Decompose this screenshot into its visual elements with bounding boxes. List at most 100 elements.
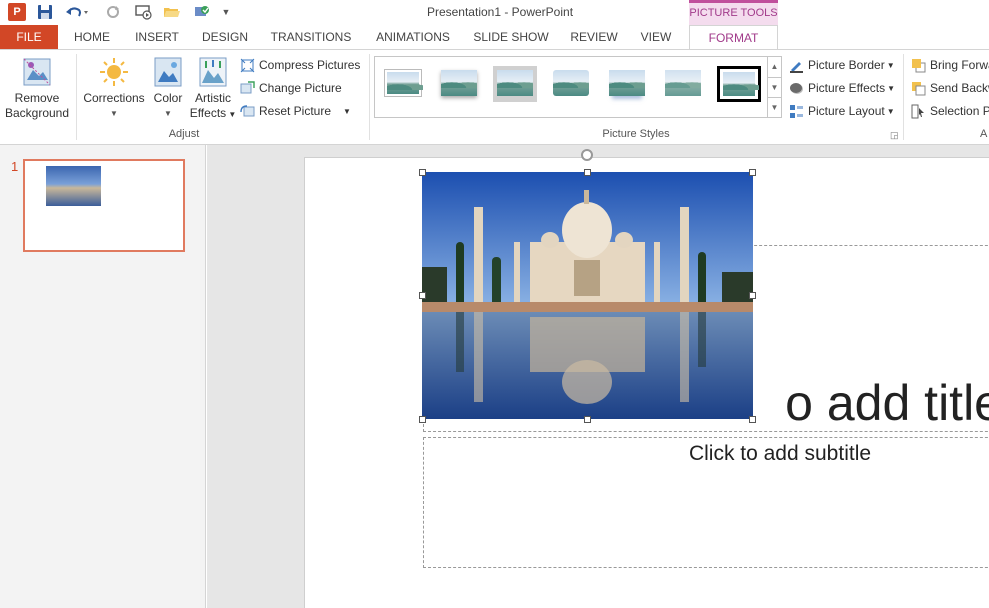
picture-layout-icon: [790, 104, 803, 118]
gallery-scroll-down[interactable]: ▼: [767, 77, 781, 97]
send-backward-button[interactable]: Send Backw: [911, 79, 989, 97]
reset-picture-icon: [240, 104, 255, 116]
tab-transitions[interactable]: TRANSITIONS: [263, 25, 359, 50]
save-button[interactable]: [36, 3, 54, 21]
slide-thumbnail[interactable]: [23, 159, 185, 252]
change-picture-button[interactable]: Change Picture: [240, 79, 342, 97]
resize-handle-e[interactable]: [749, 292, 756, 299]
remove-background-icon: [23, 58, 51, 86]
picture-styles-gallery: ▲ ▼ ▼: [374, 56, 782, 118]
artistic-label-line1: Artistic: [195, 91, 231, 105]
picture-style-drop-shadow[interactable]: [549, 66, 593, 102]
open-icon: [164, 8, 180, 17]
resize-handle-se[interactable]: [749, 416, 756, 423]
tab-view[interactable]: VIEW: [632, 25, 680, 50]
chevron-down-icon: ▼: [164, 109, 172, 118]
compress-label: Compress Pictures: [259, 58, 361, 72]
picture-style-thick-matte[interactable]: [493, 66, 537, 102]
subtitle-placeholder-text: Click to add subtitle: [688, 442, 872, 465]
resize-handle-w[interactable]: [419, 292, 426, 299]
title-bar: P ▼ Presentation1 - PowerPoint PICTURE T…: [0, 0, 989, 25]
compress-pictures-button[interactable]: Compress Pictures: [240, 56, 360, 74]
corrections-label: Corrections: [83, 91, 145, 105]
ribbon-tabs: FILE HOME INSERT DESIGN TRANSITIONS ANIM…: [0, 25, 989, 50]
reset-picture-button[interactable]: Reset Picture ▼: [240, 102, 351, 120]
color-label: Color: [153, 91, 183, 105]
send-backward-icon: [912, 81, 926, 95]
gallery-more[interactable]: ▼: [767, 97, 781, 117]
touch-mode-button[interactable]: [192, 3, 212, 21]
dialog-launcher-icon[interactable]: ◲: [890, 130, 899, 141]
title-placeholder-text: o add title: [785, 375, 989, 431]
customize-qat-button[interactable]: ▼: [220, 3, 232, 21]
tab-slide-show[interactable]: SLIDE SHOW: [468, 25, 554, 50]
chevron-down-icon: ▼: [887, 83, 896, 93]
tab-animations[interactable]: ANIMATIONS: [367, 25, 459, 50]
ribbon: Remove Background Corrections ▼ Color ▼ …: [0, 49, 989, 145]
chevron-down-icon: ▼: [343, 106, 351, 116]
window-title: Presentation1 - PowerPoint: [426, 5, 574, 19]
picture-border-button[interactable]: Picture Border ▼: [789, 56, 895, 74]
color-button[interactable]: Color ▼: [149, 56, 187, 121]
reset-picture-label: Reset Picture: [259, 104, 332, 118]
resize-handle-sw[interactable]: [419, 416, 426, 423]
selection-pane-label: Selection P: [930, 104, 989, 118]
remove-background-button[interactable]: Remove Background: [4, 56, 70, 121]
picture-effects-icon: [790, 82, 803, 94]
bring-forward-icon: [912, 58, 926, 72]
rotate-handle[interactable]: [581, 149, 593, 161]
bring-forward-label: Bring Forwa: [930, 58, 989, 72]
artistic-effects-button[interactable]: Artistic Effects ▼: [189, 56, 237, 122]
tab-format[interactable]: FORMAT: [689, 25, 778, 50]
compress-icon: [240, 58, 255, 72]
tab-file[interactable]: FILE: [0, 25, 58, 50]
gallery-scroll-up[interactable]: ▲: [767, 57, 781, 77]
tab-review[interactable]: REVIEW: [563, 25, 625, 50]
inserted-picture[interactable]: [422, 172, 753, 419]
start-from-beginning-button[interactable]: [134, 3, 154, 21]
subtitle-placeholder[interactable]: Click to add subtitle: [423, 437, 989, 568]
corrections-button[interactable]: Corrections ▼: [80, 56, 148, 121]
tab-insert[interactable]: INSERT: [128, 25, 186, 50]
resize-handle-s[interactable]: [584, 416, 591, 423]
selection-pane-button[interactable]: Selection P: [911, 102, 989, 120]
artistic-effects-icon: [199, 57, 227, 87]
color-icon: [154, 57, 182, 87]
picture-layout-button[interactable]: Picture Layout ▼: [789, 102, 895, 120]
chevron-down-icon: ▼: [770, 83, 779, 92]
open-button[interactable]: [162, 3, 182, 21]
change-picture-icon: [240, 80, 255, 93]
resize-handle-nw[interactable]: [419, 169, 426, 176]
bring-forward-button[interactable]: Bring Forwa: [911, 56, 989, 74]
sun-icon: [100, 58, 128, 86]
picture-layout-label: Picture Layout: [808, 104, 885, 118]
chevron-down-icon: ▼: [886, 106, 895, 116]
send-backward-label: Send Backw: [930, 81, 989, 95]
picture-style-reflected[interactable]: [605, 66, 649, 102]
remove-label-line2: Background: [4, 106, 70, 120]
undo-icon: [66, 7, 88, 17]
resize-handle-ne[interactable]: [749, 169, 756, 176]
picture-style-metal-frame[interactable]: [717, 66, 761, 102]
picture-border-label: Picture Border: [808, 58, 885, 72]
picture-effects-button[interactable]: Picture Effects ▼: [789, 79, 895, 97]
start-from-beginning-icon: [135, 5, 152, 20]
remove-label-line1: Remove: [14, 91, 60, 105]
picture-style-soft-edge[interactable]: [437, 66, 481, 102]
customize-qat-icon: ▼: [221, 7, 231, 17]
picture-border-icon: [790, 61, 803, 73]
picture-style-soft-oval[interactable]: [661, 66, 705, 102]
resize-handle-n[interactable]: [584, 169, 591, 176]
chevron-down-icon: ▼: [110, 109, 118, 118]
picture-styles-group-label: Picture Styles: [602, 128, 670, 140]
ribbon-separator: [903, 54, 904, 140]
tab-home[interactable]: HOME: [62, 25, 122, 50]
powerpoint-logo-icon[interactable]: P: [8, 3, 26, 21]
tab-design[interactable]: DESIGN: [195, 25, 255, 50]
undo-button[interactable]: [64, 3, 90, 21]
redo-button[interactable]: [104, 3, 122, 21]
slide-thumbnail-picture: [46, 166, 101, 206]
arrange-group-label: A: [980, 128, 988, 140]
picture-effects-label: Picture Effects: [808, 81, 886, 95]
picture-style-simple-frame[interactable]: [381, 66, 425, 102]
